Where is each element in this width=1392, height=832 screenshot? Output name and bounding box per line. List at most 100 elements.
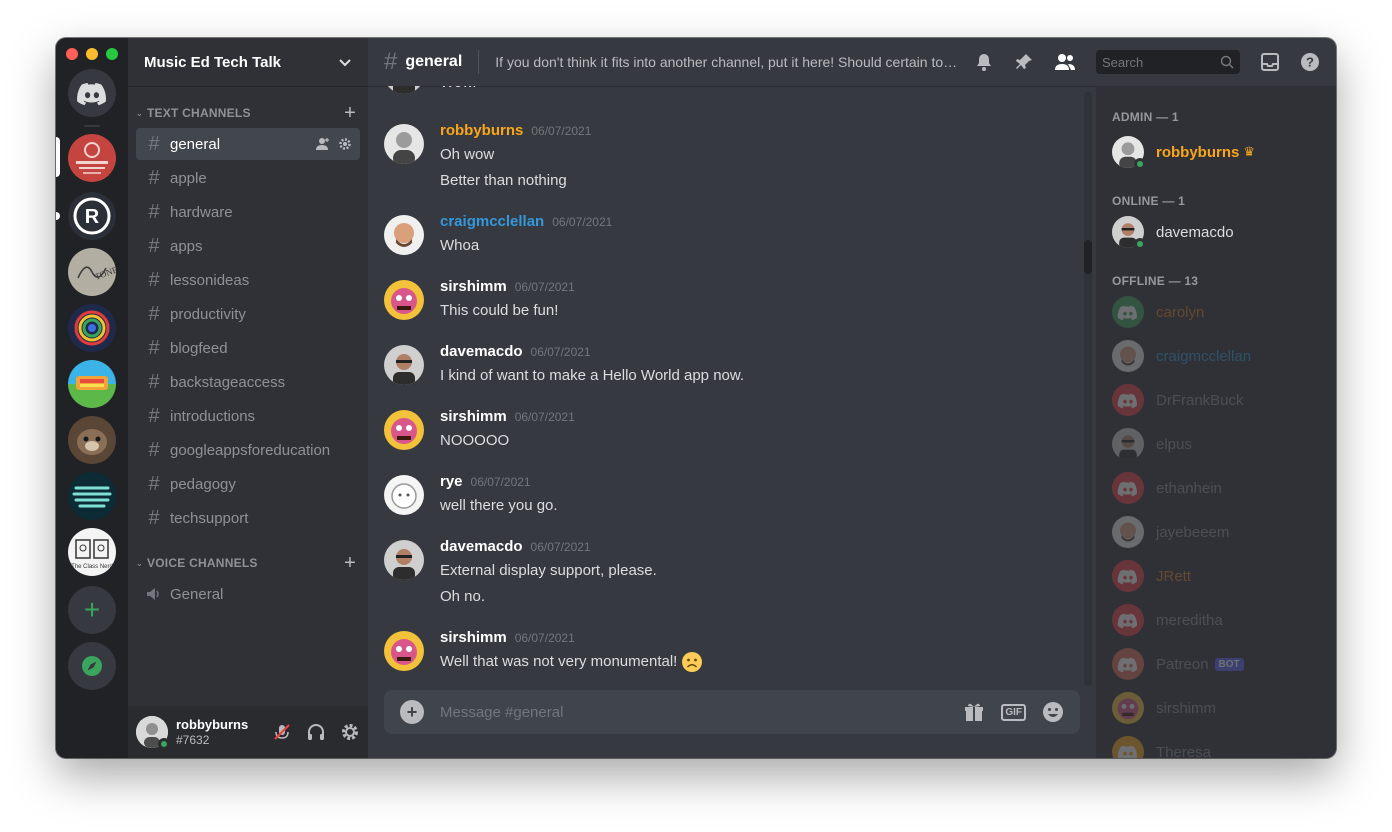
server-tone[interactable]: TONE — [68, 248, 116, 296]
avatar[interactable] — [1112, 340, 1144, 372]
member-item[interactable]: jayebeeem — [1112, 510, 1328, 554]
message[interactable]: davemacdo 06/07/2021 External display supp… — [384, 538, 1072, 608]
bell-icon[interactable] — [974, 52, 994, 72]
message-author[interactable]: craigmcclellan — [440, 213, 544, 230]
invite-icon[interactable] — [316, 137, 330, 151]
server-brain[interactable] — [68, 472, 116, 520]
channel-googleappsforeducation[interactable]: # googleappsforeducation — [136, 434, 360, 466]
member-item[interactable]: DrFrankBuck — [1112, 378, 1328, 422]
voice-channels-category[interactable]: ⌄ Voice Channels + — [136, 552, 360, 574]
member-item[interactable]: ethanhein — [1112, 466, 1328, 510]
avatar[interactable] — [384, 475, 424, 515]
avatar[interactable] — [1112, 560, 1144, 592]
message-author[interactable]: rye — [440, 473, 463, 490]
gear-icon[interactable] — [340, 722, 360, 742]
member-item[interactable]: mereditha — [1112, 598, 1328, 642]
message-author[interactable]: davemacdo — [440, 538, 523, 555]
member-item[interactable]: carolyn — [1112, 290, 1328, 334]
channel-general[interactable]: # general — [136, 128, 360, 160]
avatar[interactable] — [1112, 692, 1144, 724]
home-button[interactable] — [68, 69, 116, 117]
message[interactable]: rye 06/07/2021 well there you go. — [384, 473, 1072, 517]
pin-icon[interactable] — [1014, 52, 1034, 72]
avatar[interactable] — [1112, 604, 1144, 636]
avatar[interactable] — [1112, 472, 1144, 504]
channel-blogfeed[interactable]: # blogfeed — [136, 332, 360, 364]
channel-topic[interactable]: If you don't think it fits into another … — [495, 54, 957, 70]
explore-servers-button[interactable] — [68, 642, 116, 690]
message[interactable]: sirshimm 06/07/2021 NOOOOO — [384, 408, 1072, 452]
channel-pedagogy[interactable]: # pedagogy — [136, 468, 360, 500]
channel-settings-icon[interactable] — [338, 137, 352, 151]
member-item[interactable]: sirshimm — [1112, 686, 1328, 730]
avatar[interactable] — [1112, 648, 1144, 680]
headphones-icon[interactable] — [306, 722, 326, 742]
message[interactable]: davemacdo 06/07/2021 I kind of want to mak… — [384, 343, 1072, 387]
gif-button[interactable]: GIF — [1001, 703, 1026, 721]
message[interactable]: Wow. — [384, 86, 1072, 94]
server-header[interactable]: Music Ed Tech Talk — [128, 38, 368, 86]
inbox-icon[interactable] — [1260, 52, 1280, 72]
channel-lessonideas[interactable]: # lessonideas — [136, 264, 360, 296]
add-attachment-button[interactable]: + — [400, 700, 424, 724]
mute-mic-icon[interactable] — [272, 722, 292, 742]
avatar[interactable] — [384, 86, 424, 94]
avatar[interactable] — [1112, 216, 1146, 250]
help-icon[interactable]: ? — [1300, 52, 1320, 72]
channel-apps[interactable]: # apps — [136, 230, 360, 262]
channel-apple[interactable]: # apple — [136, 162, 360, 194]
add-server-button[interactable]: + — [68, 586, 116, 634]
avatar[interactable] — [1112, 736, 1144, 758]
scrollbar-thumb[interactable] — [1084, 240, 1092, 274]
avatar[interactable] — [384, 631, 424, 671]
message[interactable]: robbyburns 06/07/2021 Oh wow Better than no… — [384, 122, 1072, 192]
avatar[interactable] — [1112, 136, 1146, 170]
avatar[interactable] — [1112, 428, 1144, 460]
message-author[interactable]: davemacdo — [440, 343, 523, 360]
member-item[interactable]: JRett — [1112, 554, 1328, 598]
zoom-window-button[interactable] — [106, 48, 118, 60]
avatar[interactable] — [384, 124, 424, 164]
avatar[interactable] — [384, 280, 424, 320]
channel-productivity[interactable]: # productivity — [136, 298, 360, 330]
avatar[interactable] — [1112, 384, 1144, 416]
message[interactable]: sirshimm 06/07/2021 Well that was not very… — [384, 629, 1072, 673]
members-icon[interactable] — [1054, 52, 1076, 72]
avatar[interactable] — [384, 345, 424, 385]
server-colorful[interactable] — [68, 360, 116, 408]
close-window-button[interactable] — [66, 48, 78, 60]
channel-introductions[interactable]: # introductions — [136, 400, 360, 432]
server-the-class-nerd[interactable]: The Class Nerd — [68, 528, 116, 576]
avatar[interactable] — [136, 716, 170, 750]
message[interactable]: craigmcclellan 06/07/2021 Whoa — [384, 213, 1072, 257]
message-author[interactable]: sirshimm — [440, 408, 507, 425]
create-channel-icon[interactable]: + — [344, 103, 356, 123]
server-music-ed-tech-talk[interactable] — [68, 134, 116, 182]
member-item[interactable]: craigmcclellan — [1112, 334, 1328, 378]
member-item[interactable]: Theresa — [1112, 730, 1328, 758]
avatar[interactable] — [384, 540, 424, 580]
search-input[interactable]: Search — [1096, 50, 1240, 74]
create-voice-channel-icon[interactable]: + — [344, 553, 356, 573]
avatar[interactable] — [1112, 296, 1144, 328]
avatar[interactable] — [384, 215, 424, 255]
emoji-icon[interactable] — [1042, 701, 1064, 723]
message-author[interactable]: sirshimm — [440, 278, 507, 295]
server-rainbow[interactable] — [68, 304, 116, 352]
member-item[interactable]: elpus — [1112, 422, 1328, 466]
message-author[interactable]: sirshimm — [440, 629, 507, 646]
gift-icon[interactable] — [963, 701, 985, 723]
member-item[interactable]: davemacdo — [1112, 210, 1328, 254]
channel-hardware[interactable]: # hardware — [136, 196, 360, 228]
message[interactable]: sirshimm 06/07/2021 This could be fun! — [384, 278, 1072, 322]
text-channels-category[interactable]: ⌄ Text Channels + — [136, 102, 360, 124]
server-animal[interactable] — [68, 416, 116, 464]
member-item[interactable]: Patreon BOT — [1112, 642, 1328, 686]
channel-techsupport[interactable]: # techsupport — [136, 502, 360, 534]
voice-channel-general[interactable]: General — [136, 578, 360, 610]
avatar[interactable] — [1112, 516, 1144, 548]
channel-backstageaccess[interactable]: # backstageaccess — [136, 366, 360, 398]
member-item[interactable]: robbyburns ♛ — [1112, 130, 1328, 174]
message-author[interactable]: robbyburns — [440, 122, 523, 139]
scrollbar[interactable] — [1084, 92, 1092, 686]
